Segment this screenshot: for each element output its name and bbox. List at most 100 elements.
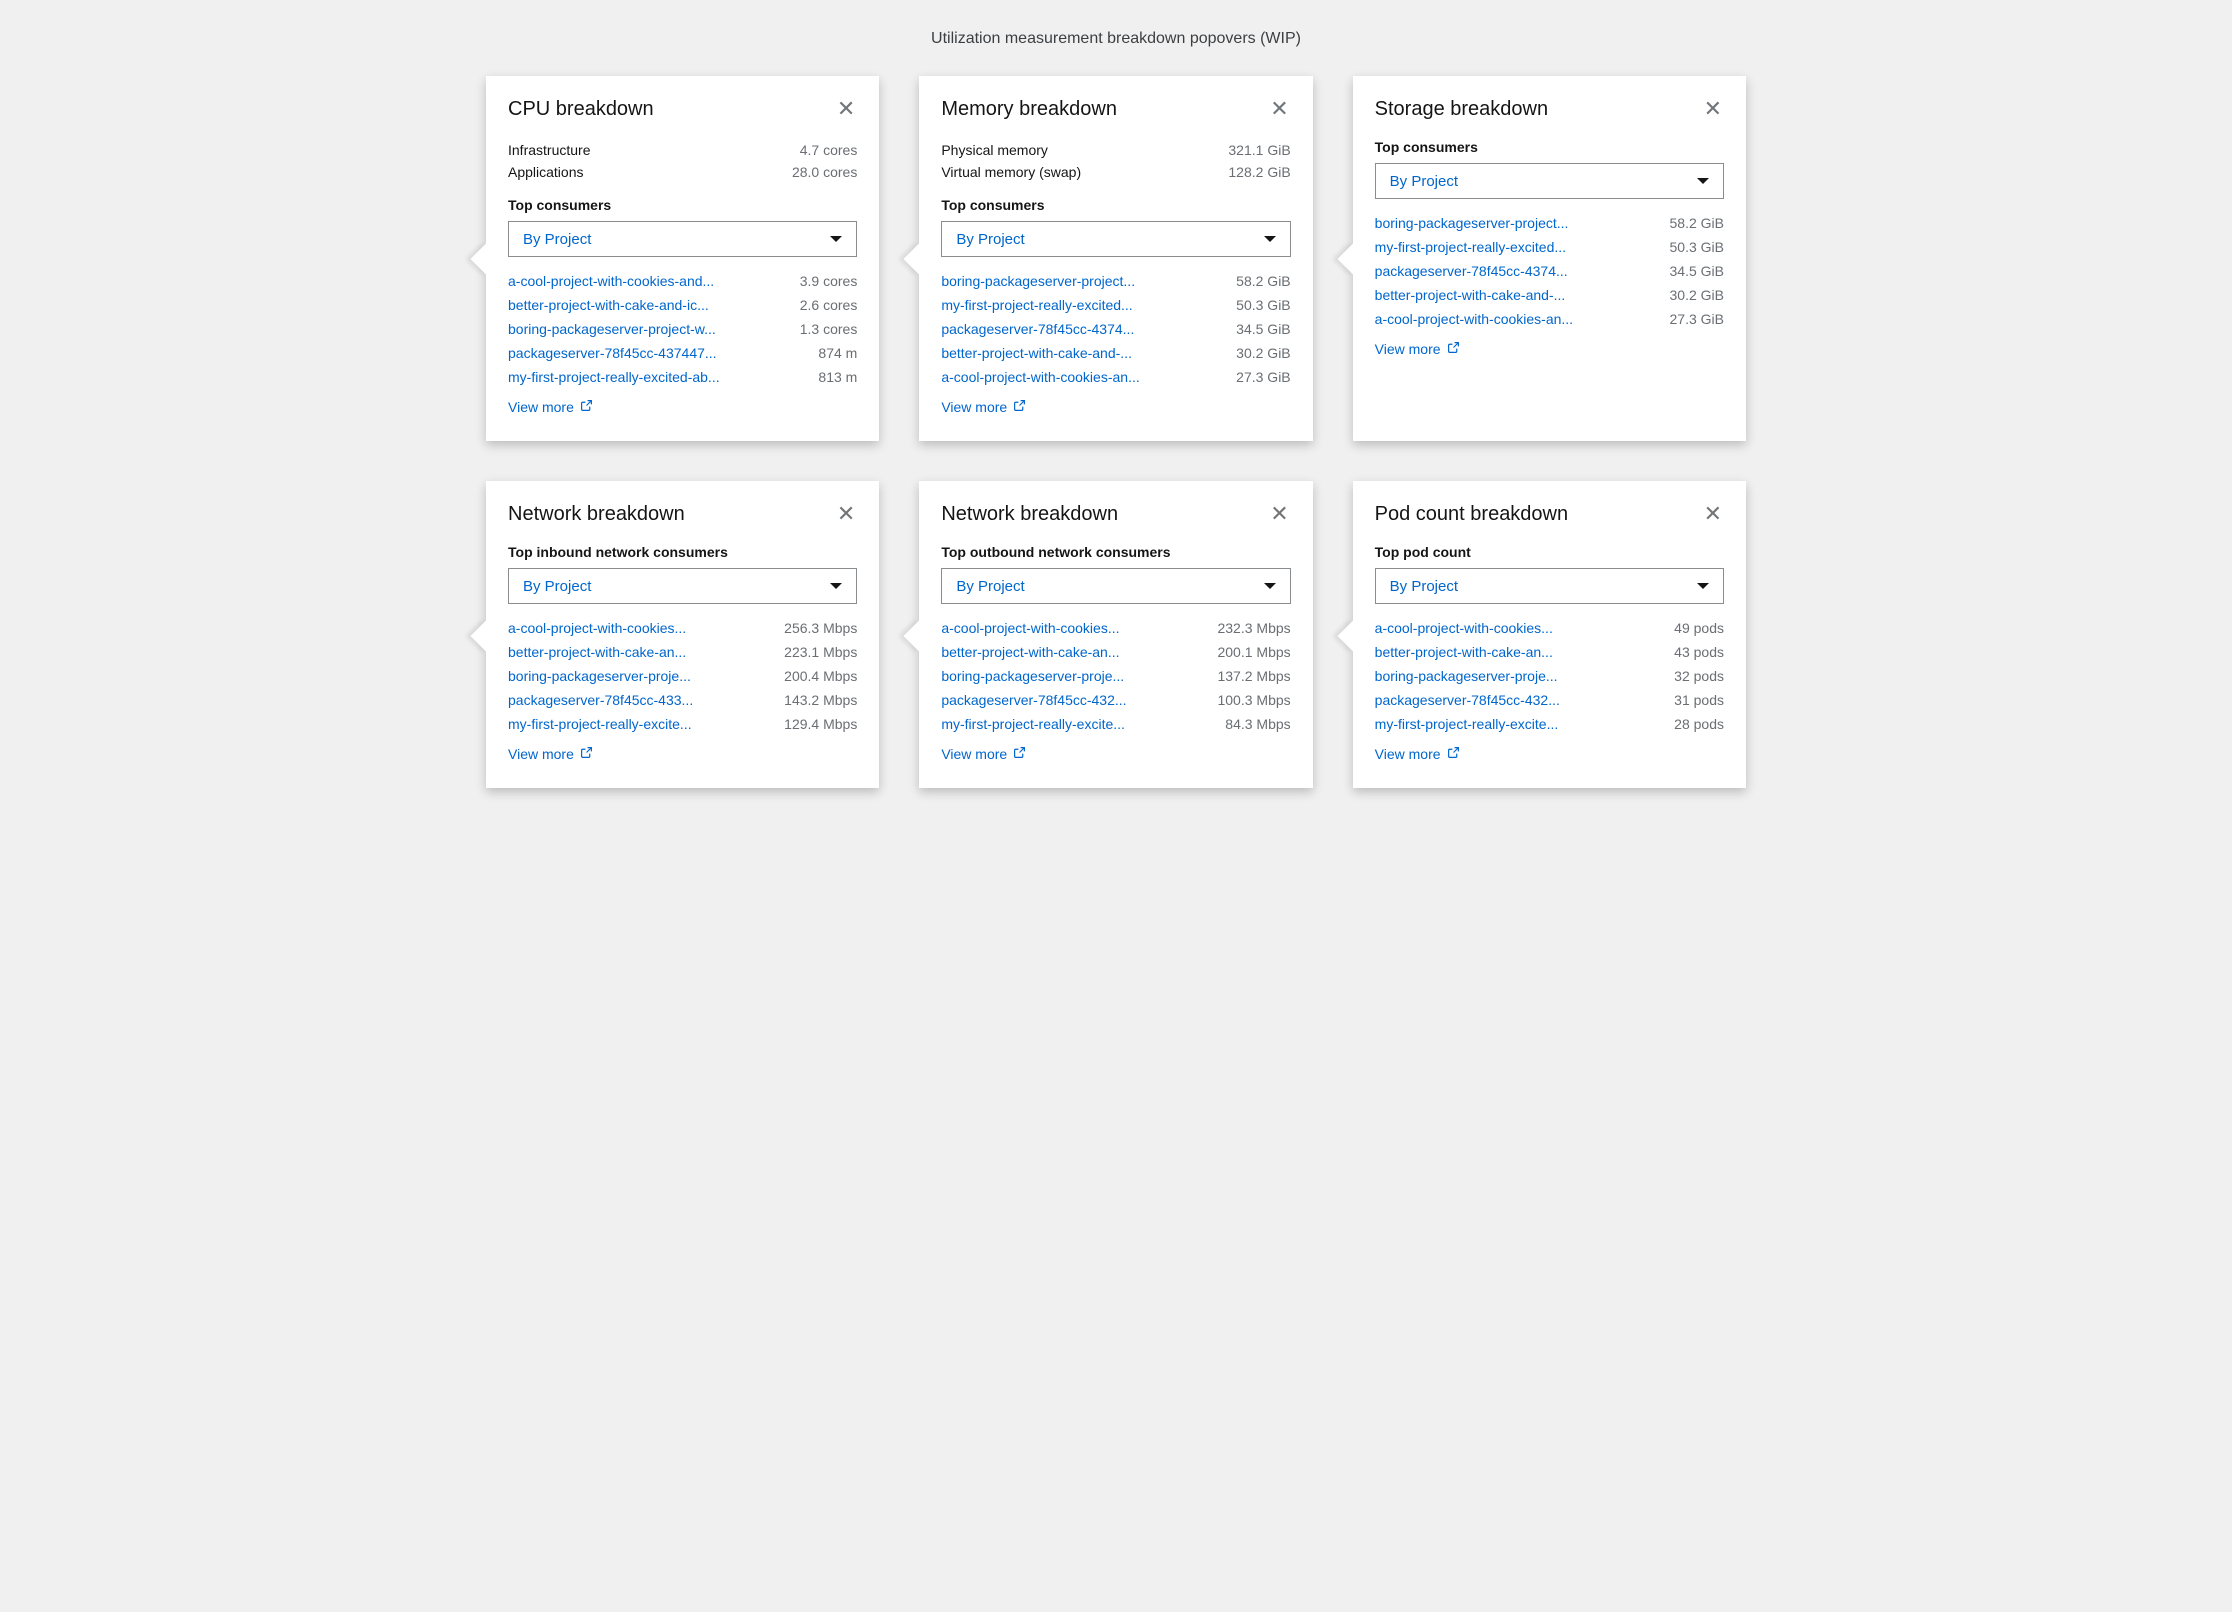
consumer-link[interactable]: packageserver-78f45cc-432... [1375,692,1665,708]
group-by-select[interactable]: By Project [941,221,1290,257]
close-icon[interactable]: ✕ [1268,503,1290,525]
consumer-link[interactable]: better-project-with-cake-an... [508,644,774,660]
consumer-link[interactable]: better-project-with-cake-an... [941,644,1207,660]
view-more-link[interactable]: View more [941,399,1026,415]
consumer-row: a-cool-project-with-cookies...232.3 Mbps [941,616,1290,640]
select-label: By Project [523,578,591,595]
consumer-link[interactable]: packageserver-78f45cc-433... [508,692,774,708]
consumer-link[interactable]: better-project-with-cake-and-... [941,345,1226,361]
consumer-link[interactable]: a-cool-project-with-cookies... [508,620,774,636]
close-icon[interactable]: ✕ [1702,503,1724,525]
close-icon[interactable]: ✕ [1268,98,1290,120]
consumer-value: 58.2 GiB [1670,215,1724,231]
consumer-row: better-project-with-cake-and-... 30.2 GiB [1375,283,1724,307]
consumer-link[interactable]: a-cool-project-with-cookies-an... [1375,311,1660,327]
consumer-row: boring-packageserver-project-w...1.3 cor… [508,317,857,341]
summary-value: 28.0 cores [792,164,857,180]
view-more-link[interactable]: View more [1375,341,1460,357]
consumer-row: my-first-project-really-excited...50.3 G… [941,293,1290,317]
consumer-link[interactable]: better-project-with-cake-and-... [1375,287,1660,303]
group-by-select[interactable]: By Project [941,568,1290,604]
view-more-label: View more [941,746,1007,762]
card-title: Network breakdown [941,503,1118,526]
view-more-link[interactable]: View more [508,399,593,415]
card-header: Storage breakdown✕ [1375,98,1724,121]
consumer-link[interactable]: packageserver-78f45cc-432... [941,692,1207,708]
close-icon[interactable]: ✕ [1702,98,1724,120]
consumer-value: 27.3 GiB [1670,311,1724,327]
consumer-link[interactable]: my-first-project-really-excited... [1375,239,1660,255]
consumer-link[interactable]: my-first-project-really-excited-ab... [508,369,808,385]
view-more-link[interactable]: View more [1375,746,1460,762]
consumer-link[interactable]: boring-packageserver-project... [941,273,1226,289]
consumer-row: my-first-project-really-excited-ab...813… [508,365,857,389]
popover-pod: Pod count breakdown✕Top pod countBy Proj… [1353,481,1746,788]
consumer-link[interactable]: a-cool-project-with-cookies... [941,620,1207,636]
consumer-link[interactable]: boring-packageserver-project-w... [508,321,790,337]
summary-row: Infrastructure4.7 cores [508,139,857,161]
consumer-link[interactable]: a-cool-project-with-cookies-an... [941,369,1226,385]
consumer-row: better-project-with-cake-an... 200.1 Mbps [941,640,1290,664]
view-more-link[interactable]: View more [941,746,1026,762]
chevron-down-icon [1697,583,1709,589]
summary-label: Applications [508,164,584,180]
consumer-link[interactable]: my-first-project-really-excite... [508,716,774,732]
consumer-link[interactable]: boring-packageserver-proje... [1375,668,1665,684]
section-label: Top consumers [941,197,1290,213]
consumer-row: a-cool-project-with-cookies... 49 pods [1375,616,1724,640]
external-link-icon [1013,746,1026,762]
consumer-row: a-cool-project-with-cookies-an...27.3 Gi… [941,365,1290,389]
consumer-value: 43 pods [1674,644,1724,660]
popover-net-in: Network breakdown✕Top inbound network co… [486,481,879,788]
view-more-label: View more [1375,746,1441,762]
consumer-row: better-project-with-cake-and-ic...2.6 co… [508,293,857,317]
view-more-label: View more [941,399,1007,415]
chevron-down-icon [830,583,842,589]
close-icon[interactable]: ✕ [835,98,857,120]
select-label: By Project [1390,578,1458,595]
view-more-label: View more [1375,341,1441,357]
close-icon[interactable]: ✕ [835,503,857,525]
group-by-select[interactable]: By Project [508,221,857,257]
consumer-value: 3.9 cores [800,273,858,289]
group-by-select[interactable]: By Project [508,568,857,604]
consumer-row: boring-packageserver-project...58.2 GiB [941,269,1290,293]
consumer-value: 137.2 Mbps [1217,668,1290,684]
consumer-link[interactable]: my-first-project-really-excite... [941,716,1215,732]
section-label: Top consumers [508,197,857,213]
group-by-select[interactable]: By Project [1375,163,1724,199]
consumer-link[interactable]: boring-packageserver-proje... [508,668,774,684]
consumer-link[interactable]: packageserver-78f45cc-437447... [508,345,808,361]
consumer-link[interactable]: better-project-with-cake-and-ic... [508,297,790,313]
page-title: Utilization measurement breakdown popove… [50,30,2182,48]
consumer-row: my-first-project-really-excite...129.4 M… [508,712,857,736]
consumer-link[interactable]: my-first-project-really-excited... [941,297,1226,313]
consumer-value: 100.3 Mbps [1217,692,1290,708]
consumer-link[interactable]: better-project-with-cake-an... [1375,644,1665,660]
chevron-down-icon [830,236,842,242]
consumer-link[interactable]: packageserver-78f45cc-4374... [941,321,1226,337]
popover-cpu: CPU breakdown✕Infrastructure4.7 coresApp… [486,76,879,441]
consumer-link[interactable]: boring-packageserver-project... [1375,215,1660,231]
section-label: Top outbound network consumers [941,544,1290,560]
view-more-link[interactable]: View more [508,746,593,762]
consumer-row: my-first-project-really-excite...28 pods [1375,712,1724,736]
consumer-link[interactable]: my-first-project-really-excite... [1375,716,1665,732]
external-link-icon [580,746,593,762]
consumer-link[interactable]: a-cool-project-with-cookies-and... [508,273,790,289]
summary-value: 128.2 GiB [1228,164,1290,180]
consumer-link[interactable]: a-cool-project-with-cookies... [1375,620,1665,636]
chevron-down-icon [1264,583,1276,589]
consumer-value: 256.3 Mbps [784,620,857,636]
group-by-select[interactable]: By Project [1375,568,1724,604]
consumer-link[interactable]: packageserver-78f45cc-4374... [1375,263,1660,279]
card-header: Pod count breakdown✕ [1375,503,1724,526]
consumer-value: 30.2 GiB [1670,287,1724,303]
consumer-row: a-cool-project-with-cookies... 256.3 Mbps [508,616,857,640]
consumer-row: my-first-project-really-excited...50.3 G… [1375,235,1724,259]
consumer-row: my-first-project-really-excite...84.3 Mb… [941,712,1290,736]
consumer-value: 200.1 Mbps [1217,644,1290,660]
consumer-value: 49 pods [1674,620,1724,636]
consumer-link[interactable]: boring-packageserver-proje... [941,668,1207,684]
consumer-value: 200.4 Mbps [784,668,857,684]
